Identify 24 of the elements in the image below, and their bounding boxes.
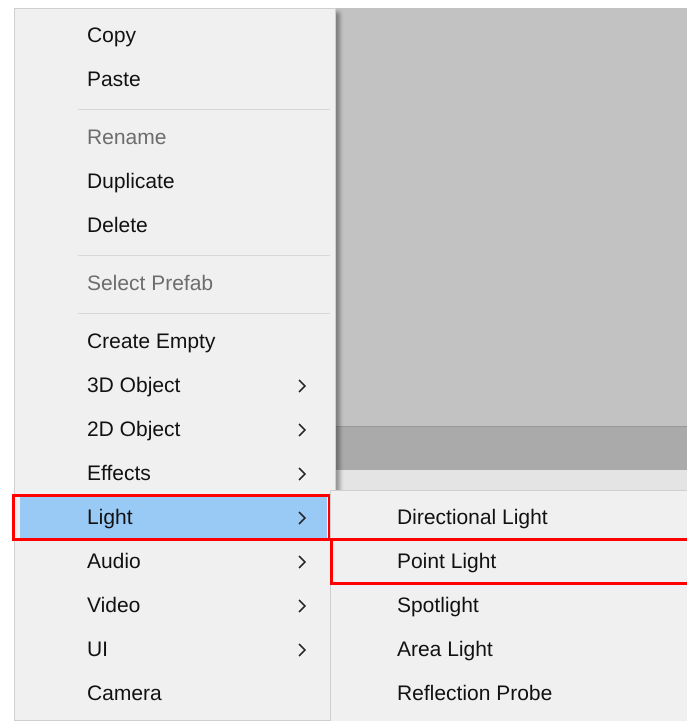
submenu-item[interactable]: Area Light	[331, 628, 687, 672]
chevron-right-icon	[297, 598, 307, 614]
menu-item[interactable]: Duplicate	[20, 160, 327, 204]
chevron-right-icon	[297, 422, 307, 438]
submenu-item[interactable]: Reflection Probe	[331, 672, 687, 716]
submenu-item[interactable]: Point Light	[331, 540, 687, 584]
chevron-right-icon	[297, 510, 307, 526]
menu-item[interactable]: Copy	[20, 14, 327, 58]
submenu-item[interactable]: Directional Light	[331, 496, 687, 540]
menu-item[interactable]: Delete	[20, 204, 327, 248]
menu-item[interactable]: UI	[20, 628, 327, 672]
menu-item[interactable]: Create Empty	[20, 320, 327, 364]
menu-item[interactable]: Effects	[20, 452, 327, 496]
chevron-right-icon	[297, 466, 307, 482]
chevron-right-icon	[297, 378, 307, 394]
submenu-item[interactable]: Spotlight	[331, 584, 687, 628]
menu-item[interactable]: Audio	[20, 540, 327, 584]
chevron-right-icon	[297, 642, 307, 658]
menu-item[interactable]: Video	[20, 584, 327, 628]
menu-item[interactable]: Camera	[20, 672, 327, 716]
chevron-right-icon	[297, 554, 307, 570]
menu-item[interactable]: Paste	[20, 58, 327, 102]
menu-item[interactable]: 3D Object	[20, 364, 327, 408]
menu-item[interactable]: 2D Object	[20, 408, 327, 452]
